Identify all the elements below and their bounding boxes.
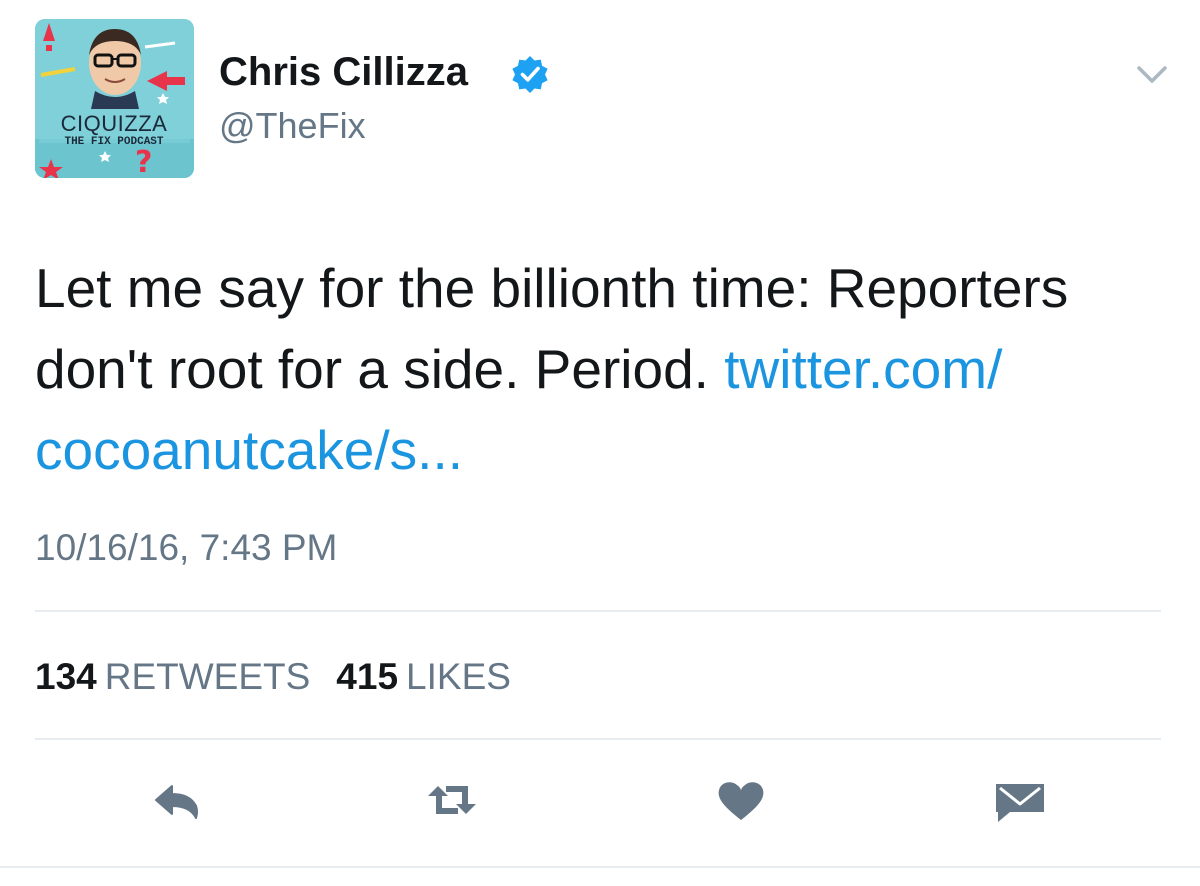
retweets-count: 134: [35, 656, 97, 697]
avatar[interactable]: ? CIQUIZZA THE FIX PODCAST: [35, 19, 194, 178]
tweet-link-part2[interactable]: cocoanutcake/s...: [35, 419, 463, 481]
heart-icon: [718, 782, 764, 820]
tweet-link-part1[interactable]: twitter.com/: [724, 338, 1002, 400]
tweet-timestamp: 10/16/16, 7:43 PM: [35, 527, 338, 568]
like-button[interactable]: [713, 776, 769, 824]
svg-text:?: ?: [135, 145, 152, 178]
likes-count: 415: [336, 656, 399, 697]
retweets-stat[interactable]: 134 RETWEETS: [35, 656, 310, 697]
likes-label: LIKES: [406, 656, 511, 697]
verified-badge-icon: [512, 56, 548, 93]
retweet-button[interactable]: [424, 776, 480, 824]
envelope-icon: [996, 784, 1044, 822]
avatar-title: CIQUIZZA: [61, 111, 168, 136]
chevron-down-icon[interactable]: [1132, 60, 1172, 90]
divider: [35, 610, 1161, 612]
reply-icon: [155, 785, 198, 819]
avatar-image: ? CIQUIZZA THE FIX PODCAST: [35, 19, 194, 178]
author-name[interactable]: Chris Cillizza: [219, 48, 468, 96]
direct-message-button[interactable]: [992, 776, 1048, 824]
tweet-stats: 134 RETWEETS 415 LIKES: [35, 655, 511, 699]
tweet-card: ? CIQUIZZA THE FIX PODCAST Chris Cillizz…: [0, 0, 1200, 886]
tweet-text: Let me say for the billionth time: Repor…: [35, 248, 1175, 491]
divider: [35, 738, 1161, 740]
retweet-icon: [428, 786, 476, 814]
reply-button[interactable]: [150, 776, 206, 824]
author-handle[interactable]: @TheFix: [219, 104, 366, 148]
likes-stat[interactable]: 415 LIKES: [336, 656, 511, 697]
avatar-subtitle: THE FIX PODCAST: [64, 136, 163, 148]
divider: [0, 866, 1200, 868]
retweets-label: RETWEETS: [104, 656, 311, 697]
